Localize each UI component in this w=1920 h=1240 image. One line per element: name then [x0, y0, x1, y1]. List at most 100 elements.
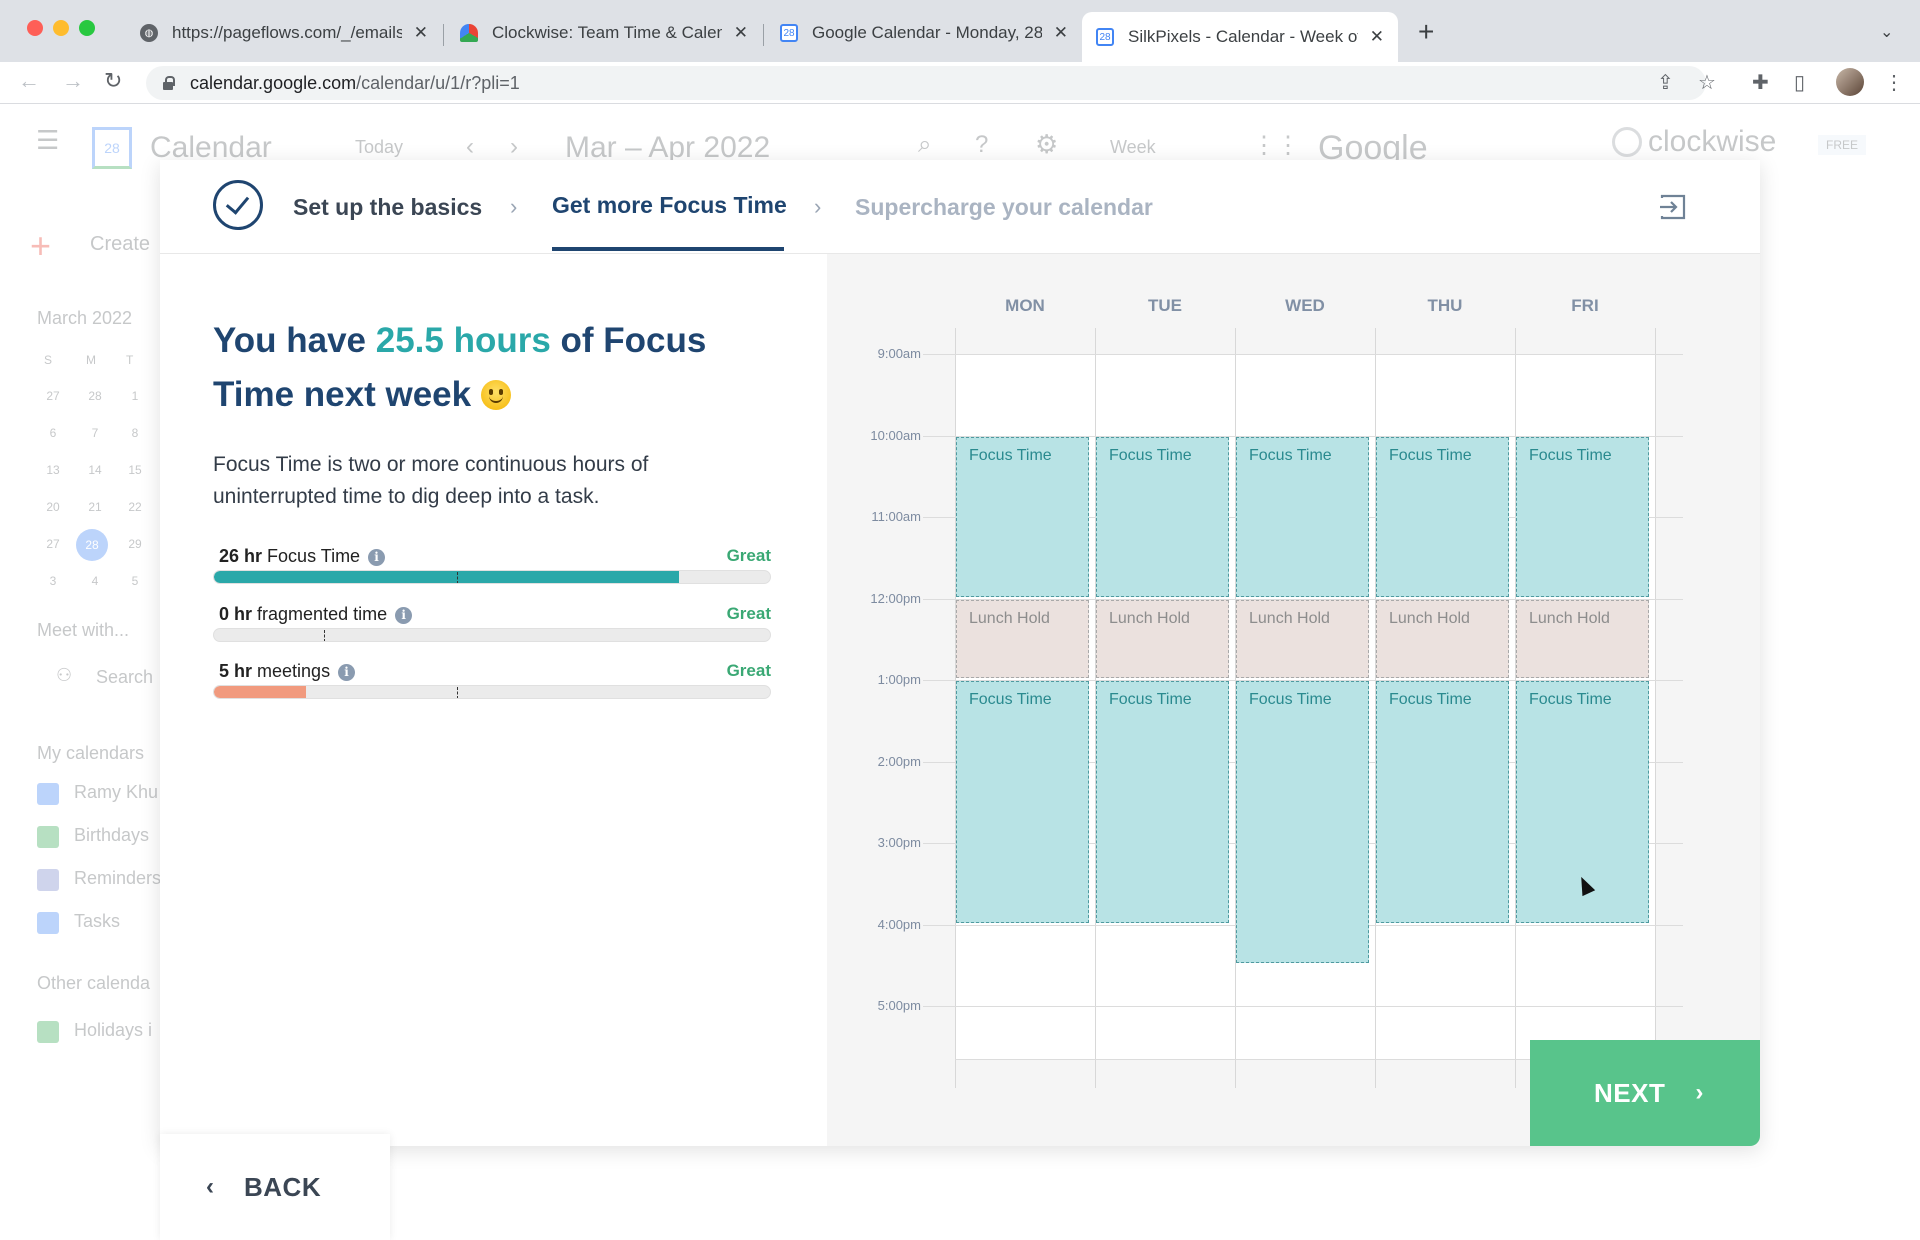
browser-tab-active[interactable]: 28 SilkPixels - Calendar - Week of ✕ — [1082, 12, 1398, 62]
metric-value: 5 hr — [219, 661, 253, 681]
mini-calendar-day[interactable]: 22 — [124, 500, 146, 514]
tab-close-icon[interactable]: ✕ — [414, 23, 428, 43]
calendar-checkbox[interactable] — [37, 912, 59, 934]
calendar-checkbox[interactable] — [37, 869, 59, 891]
clockwise-icon — [460, 24, 478, 42]
bookmark-star-icon[interactable]: ☆ — [1698, 70, 1716, 95]
share-icon[interactable]: ⇪ — [1657, 70, 1674, 95]
tab-search-chevron-icon[interactable]: ⌄ — [1880, 22, 1893, 42]
prev-week-icon[interactable]: ‹ — [466, 133, 474, 161]
view-select[interactable]: Week — [1110, 137, 1156, 158]
focus-time-event[interactable]: Focus Time — [1096, 681, 1229, 923]
lunch-hold-event[interactable]: Lunch Hold — [1236, 599, 1369, 678]
step-chevron-icon: › — [510, 194, 518, 219]
reload-icon[interactable]: ↻ — [104, 68, 122, 94]
url-path: /calendar/u/1/r?pli=1 — [356, 72, 520, 93]
mini-calendar-day[interactable]: 20 — [42, 500, 64, 514]
exit-onboarding-icon[interactable] — [1659, 194, 1687, 220]
mini-calendar-day[interactable]: 3 — [42, 574, 64, 588]
next-button[interactable]: NEXT › — [1530, 1040, 1760, 1146]
mini-calendar-day[interactable]: 14 — [84, 463, 106, 477]
step-get-more-focus-time[interactable]: Get more Focus Time — [552, 192, 787, 219]
mini-calendar-day[interactable]: 1 — [124, 389, 146, 403]
mini-calendar-day[interactable]: 4 — [84, 574, 106, 588]
calendar-checkbox[interactable] — [37, 826, 59, 848]
address-bar[interactable]: calendar.google.com/calendar/u/1/r?pli=1 — [146, 66, 1706, 100]
metric-name: Focus Time — [267, 546, 361, 566]
lunch-hold-event[interactable]: Lunch Hold — [956, 599, 1089, 678]
metric-progress-bar — [213, 570, 771, 584]
metric-progress-bar — [213, 685, 771, 699]
metric-name: meetings — [257, 661, 331, 681]
tab-close-icon[interactable]: ✕ — [1370, 27, 1384, 47]
people-icon: ⚇ — [56, 665, 73, 685]
extensions-puzzle-icon[interactable]: ✚ — [1752, 70, 1769, 95]
mini-calendar-day[interactable]: 6 — [42, 426, 64, 440]
focus-time-event[interactable]: Focus Time — [1376, 436, 1509, 597]
focus-time-event[interactable]: Focus Time — [1516, 436, 1649, 597]
calendar-checkbox[interactable] — [37, 1021, 59, 1043]
metric-name: fragmented time — [257, 604, 388, 624]
hamburger-menu-icon[interactable]: ☰ — [36, 125, 59, 156]
step-supercharge-calendar[interactable]: Supercharge your calendar — [855, 194, 1153, 221]
side-panel-icon[interactable]: ▯ — [1794, 70, 1805, 95]
mini-calendar-day[interactable]: 7 — [84, 426, 106, 440]
tab-close-icon[interactable]: ✕ — [1054, 23, 1068, 43]
info-icon[interactable]: i — [395, 607, 413, 624]
browser-menu-icon[interactable]: ⋮ — [1884, 70, 1904, 95]
time-label: 4:00pm — [877, 916, 921, 932]
mini-calendar-day[interactable]: 21 — [84, 500, 106, 514]
metric-rating: Great — [726, 661, 771, 680]
browser-tab[interactable]: Clockwise: Team Time & Calendar ✕ — [446, 12, 762, 54]
focus-time-event[interactable]: Focus Time — [1236, 681, 1369, 964]
time-label: 5:00pm — [877, 998, 921, 1013]
mini-calendar-day[interactable]: 5 — [124, 574, 146, 588]
search-people-input[interactable]: Search — [96, 667, 153, 688]
headline-prefix: You have — [213, 321, 376, 360]
close-window-button[interactable] — [27, 20, 43, 36]
calendar-checkbox[interactable] — [37, 783, 59, 805]
settings-gear-icon[interactable]: ⚙ — [1035, 129, 1058, 160]
maximize-window-button[interactable] — [79, 20, 95, 36]
focus-time-event[interactable]: Focus Time — [1096, 436, 1229, 597]
apps-grid-icon[interactable]: ⋮⋮ — [1252, 131, 1300, 160]
mini-calendar-day[interactable]: 27 — [42, 537, 64, 551]
lock-icon — [162, 76, 175, 90]
forward-arrow-icon[interactable]: → — [62, 68, 84, 94]
mini-calendar-day[interactable]: 28 — [76, 529, 108, 561]
focus-time-event[interactable]: Focus Time — [1376, 681, 1509, 923]
mini-calendar-day[interactable]: 27 — [42, 389, 64, 403]
search-icon[interactable]: ⌕ — [918, 131, 931, 159]
focus-time-event[interactable]: Focus Time — [1236, 436, 1369, 597]
new-tab-button[interactable]: + — [1418, 16, 1434, 48]
lunch-hold-event[interactable]: Lunch Hold — [1096, 599, 1229, 678]
mini-calendar-day[interactable]: 15 — [124, 463, 146, 477]
profile-avatar[interactable] — [1836, 68, 1864, 96]
focus-time-event[interactable]: Focus Time — [956, 436, 1089, 597]
tab-close-icon[interactable]: ✕ — [734, 23, 748, 43]
info-icon[interactable]: i — [338, 664, 356, 681]
focus-time-event[interactable]: Focus Time — [956, 681, 1089, 923]
mini-calendar-day[interactable]: 8 — [124, 426, 146, 440]
info-icon[interactable]: i — [368, 549, 386, 566]
browser-tab[interactable]: ◍ https://pageflows.com/_/emails ✕ — [126, 12, 442, 54]
next-week-icon[interactable]: › — [510, 133, 518, 161]
back-arrow-icon[interactable]: ← — [18, 68, 40, 94]
time-label: 2:00pm — [877, 753, 921, 769]
lunch-hold-event[interactable]: Lunch Hold — [1516, 599, 1649, 678]
mini-weekday: T — [126, 353, 134, 367]
browser-toolbar: ← → ↻ calendar.google.com/calendar/u/1/r… — [0, 62, 1920, 104]
help-icon[interactable]: ? — [975, 131, 988, 159]
minimize-window-button[interactable] — [53, 20, 69, 36]
step-chevron-icon: › — [814, 194, 822, 219]
create-button[interactable]: Create — [90, 233, 150, 256]
mini-calendar-day[interactable]: 29 — [124, 537, 146, 551]
mini-calendar-day[interactable]: 28 — [84, 389, 106, 403]
today-button[interactable]: Today — [355, 137, 403, 158]
lunch-hold-event[interactable]: Lunch Hold — [1376, 599, 1509, 678]
create-plus-icon[interactable]: + — [30, 225, 51, 267]
mini-calendar-day[interactable]: 13 — [42, 463, 64, 477]
browser-tab[interactable]: 28 Google Calendar - Monday, 28 ✕ — [766, 12, 1082, 54]
step-set-up-basics[interactable]: Set up the basics — [293, 194, 482, 221]
back-button[interactable]: ‹ BACK — [160, 1134, 390, 1240]
